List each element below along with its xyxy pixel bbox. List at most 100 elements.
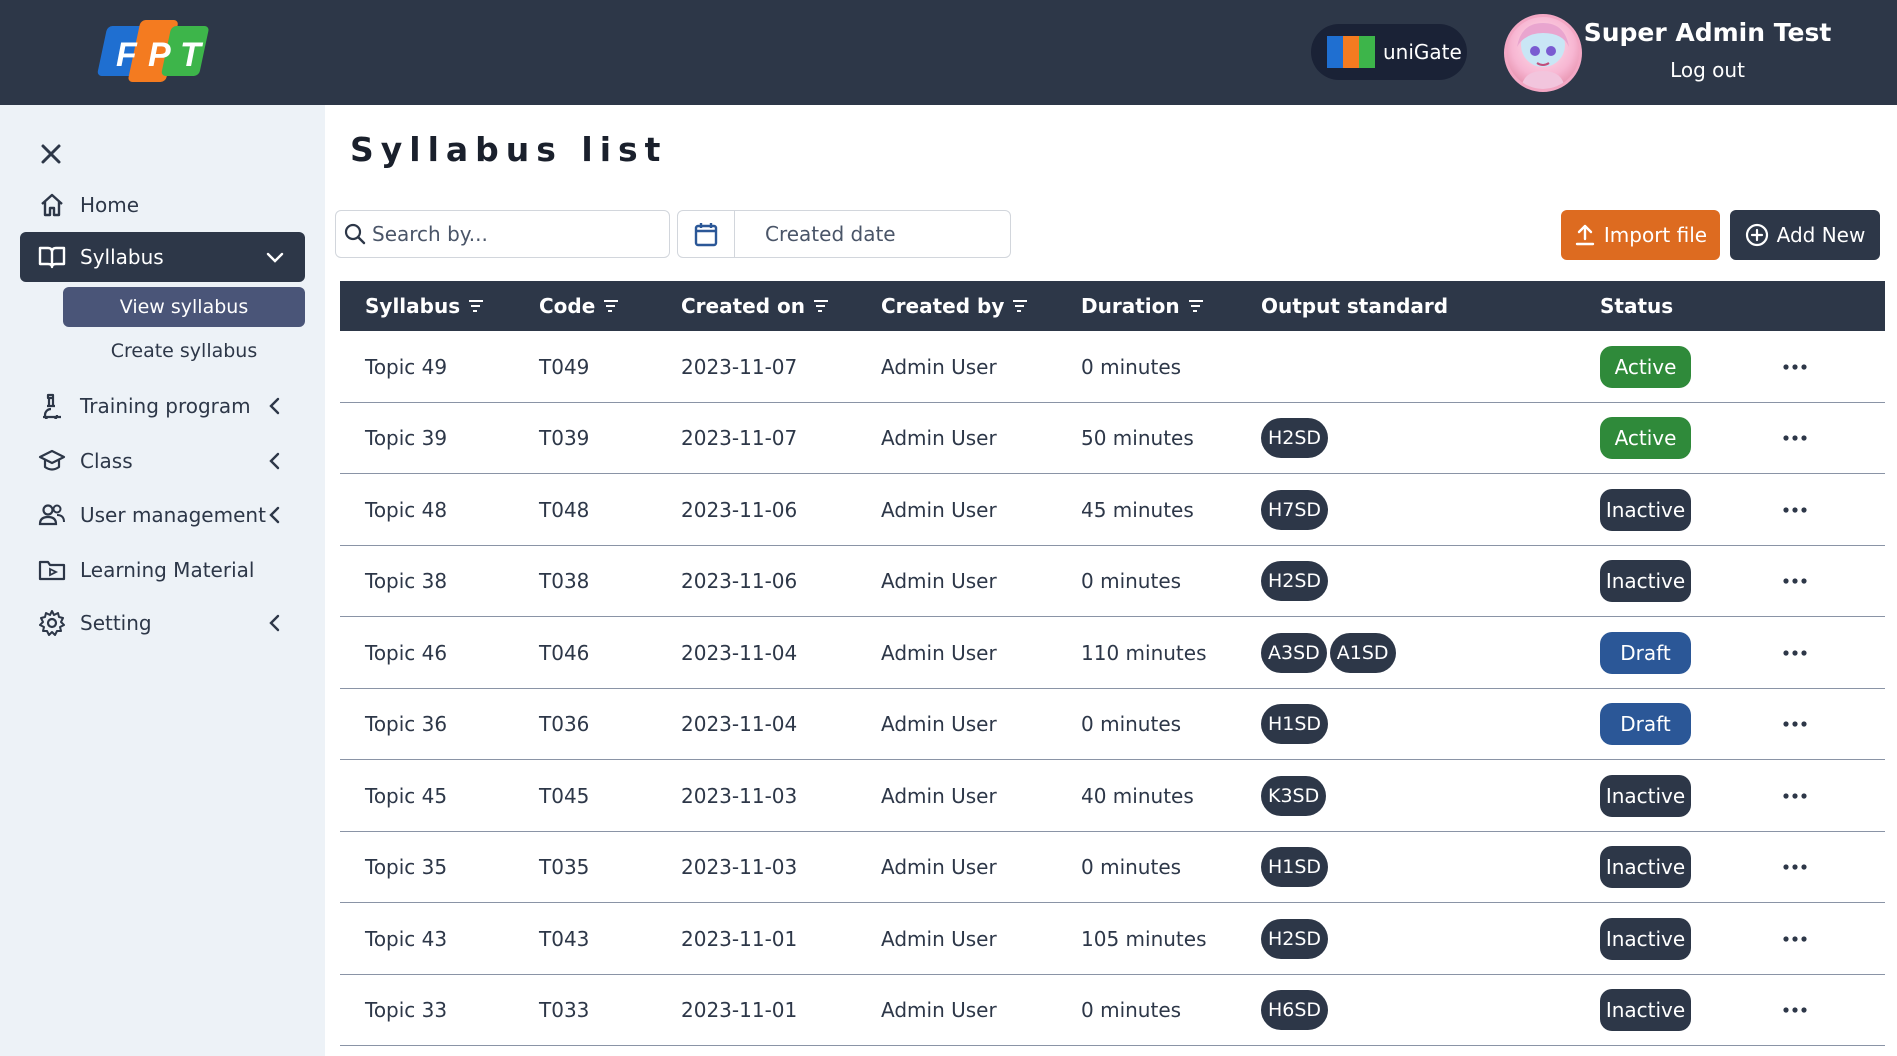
sidebar-subitem-create-syllabus[interactable]: Create syllabus [63,331,305,371]
chevron-down-icon[interactable] [263,245,287,269]
fpt-logo[interactable]: F P T [88,14,218,92]
more-options-icon[interactable] [1780,638,1810,668]
table-row[interactable]: Topic 36 T036 2023-11-04 Admin User 0 minute… [340,688,1885,760]
cell-output-standard: H6SD [1261,975,1331,1046]
cell-syllabus[interactable]: Topic 38 [365,546,447,617]
cell-duration: 50 minutes [1081,426,1194,450]
more-options-icon[interactable] [1780,495,1810,525]
sort-icon[interactable] [468,298,484,314]
more-options-icon[interactable] [1780,781,1810,811]
cell-syllabus[interactable]: Topic 43 [365,903,447,974]
table-row[interactable]: Topic 49 T049 2023-11-07 Admin User 0 minute… [340,331,1885,403]
more-options-icon[interactable] [1780,709,1810,739]
sort-icon[interactable] [603,298,619,314]
search-input[interactable] [372,222,662,246]
cell-code: T033 [539,998,590,1022]
cell-duration: 0 minutes [1081,569,1182,593]
cell-created-on: 2023-11-06 [681,569,798,593]
cell-syllabus[interactable]: Topic 35 [365,832,447,903]
sidebar-item-user-management[interactable]: User management [20,490,305,540]
more-options-icon[interactable] [1780,352,1810,382]
sidebar-subitem-view-syllabus[interactable]: View syllabus [63,287,305,327]
close-icon[interactable] [36,139,66,169]
home-icon [38,191,66,219]
more-options-icon[interactable] [1780,423,1810,453]
sidebar-item-training-program[interactable]: Training program [20,381,305,431]
cell-created-by: Admin User [881,497,997,522]
cell-created-by: Admin User [881,712,997,736]
search-box[interactable] [335,210,670,258]
sidebar-item-setting[interactable]: Setting [20,598,305,648]
unigate-button[interactable]: uniGate [1311,24,1467,80]
table-row[interactable]: Topic 48 T048 2023-11-06 Admin User 45 minut… [340,474,1885,546]
cell-code: T049 [539,354,590,379]
cell-syllabus[interactable]: Topic 36 [365,689,447,760]
sidebar-item-learning-material[interactable]: Learning Material [20,545,305,595]
status-badge: Active [1600,417,1691,459]
sort-icon[interactable] [1188,298,1204,314]
more-options-icon[interactable] [1780,566,1810,596]
upload-icon [1575,224,1595,246]
status-badge: Inactive [1600,560,1691,602]
column-header-status: Status [1600,281,1673,331]
cell-duration: 0 minutes [1081,998,1182,1022]
cell-created-by: Admin User [881,569,997,593]
table-row[interactable]: Topic 39 T039 2023-11-07 Admin User 50 minut… [340,402,1885,474]
cell-output-standard: H1SD [1261,689,1331,760]
chevron-left-icon[interactable] [263,503,287,527]
cell-duration: 105 minutes [1081,926,1207,951]
cell-syllabus[interactable]: Topic 46 [365,617,447,688]
more-options-icon[interactable] [1780,924,1810,954]
cell-syllabus[interactable]: Topic 33 [365,975,447,1046]
user-avatar[interactable] [1504,14,1582,92]
table-header: Syllabus Code Created on Created by Dura… [340,281,1885,331]
cell-syllabus[interactable]: Topic 49 [365,331,447,402]
more-options-icon[interactable] [1780,852,1810,882]
column-header-code[interactable]: Code [539,281,619,331]
cell-output-standard: A3SD A1SD [1261,617,1399,688]
cell-created-by: Admin User [881,426,997,450]
table-row[interactable]: Topic 46 T046 2023-11-04 Admin User 110 minu… [340,617,1885,689]
status-badge: Inactive [1600,917,1691,960]
table-row[interactable]: Topic 45 T045 2023-11-03 Admin User 40 minut… [340,760,1885,832]
calendar-button[interactable] [678,211,735,257]
logout-link[interactable]: Log out [1580,58,1835,82]
column-header-duration[interactable]: Duration [1081,281,1204,331]
cell-output-standard: K3SD [1261,760,1329,831]
add-new-button[interactable]: Add New [1730,210,1880,260]
sidebar-item-home[interactable]: Home [20,180,305,230]
chevron-left-icon[interactable] [263,611,287,635]
cell-created-by: Admin User [881,855,997,879]
microscope-icon [38,392,66,420]
column-header-created-on[interactable]: Created on [681,281,829,331]
cell-syllabus[interactable]: Topic 45 [365,760,447,831]
sidebar-item-label: Syllabus [80,245,164,269]
cell-actions [1780,832,1810,903]
chevron-left-icon[interactable] [263,394,287,418]
cell-syllabus[interactable]: Topic 48 [365,474,447,545]
cell-duration: 0 minutes [1081,712,1182,736]
table-row[interactable]: Topic 43 T043 2023-11-01 Admin User 105 minu… [340,903,1885,975]
sidebar-item-syllabus[interactable]: Syllabus [20,232,305,282]
sidebar-item-class[interactable]: Class [20,436,305,486]
table-row[interactable]: Topic 35 T035 2023-11-03 Admin User 0 minute… [340,831,1885,903]
output-standard-chip: K3SD [1261,775,1327,816]
more-options-icon[interactable] [1780,995,1810,1025]
table-body: Topic 49 T049 2023-11-07 Admin User 0 minute… [340,331,1885,1046]
output-standard-chip: A3SD [1261,632,1327,673]
cell-syllabus[interactable]: Topic 39 [365,403,447,474]
import-file-button[interactable]: Import file [1561,210,1720,260]
column-label: Created on [681,294,805,318]
cell-output-standard: H2SD [1261,546,1331,617]
sort-icon[interactable] [1012,298,1028,314]
cell-created-on: 2023-11-03 [681,855,798,879]
table-row[interactable]: Topic 33 T033 2023-11-01 Admin User 0 minute… [340,974,1885,1046]
created-date-filter[interactable]: Created date [677,210,1011,258]
cell-code: T045 [539,783,590,808]
sort-icon[interactable] [813,298,829,314]
column-header-syllabus[interactable]: Syllabus [365,281,484,331]
table-row[interactable]: Topic 38 T038 2023-11-06 Admin User 0 minute… [340,545,1885,617]
column-header-created-by[interactable]: Created by [881,281,1028,331]
chevron-left-icon[interactable] [263,449,287,473]
cell-actions [1780,546,1810,617]
